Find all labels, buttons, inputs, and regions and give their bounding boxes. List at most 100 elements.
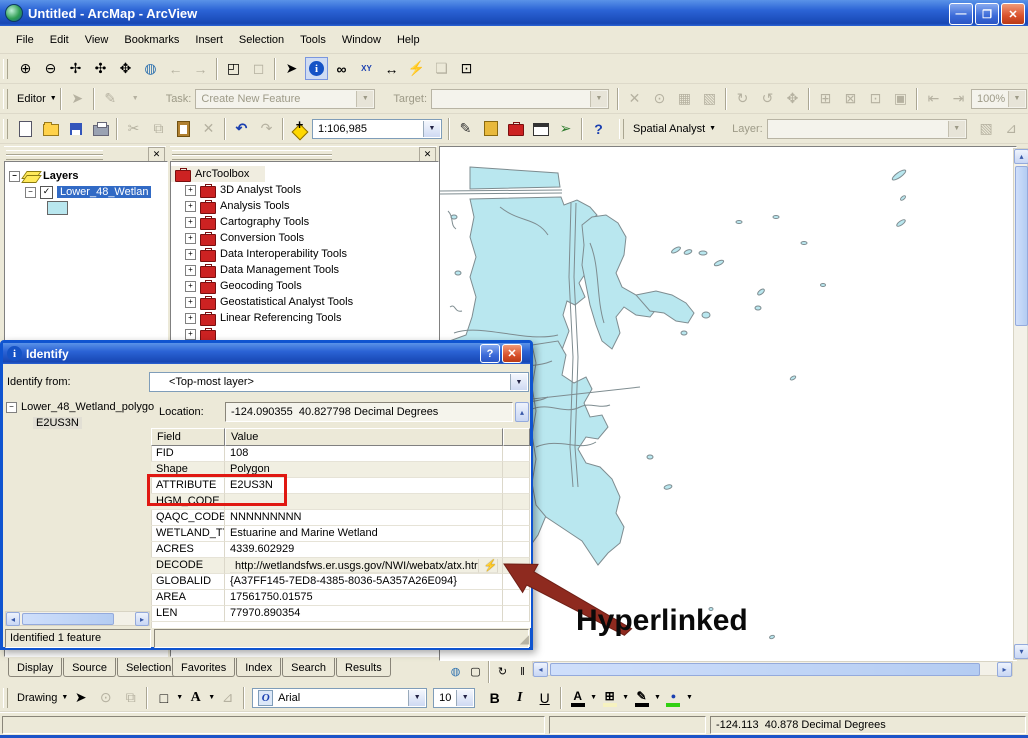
toolbox-item-geocoding[interactable]: + Geocoding Tools <box>171 278 438 294</box>
chevron-down-icon[interactable]: ▼ <box>622 694 629 701</box>
table-row-wetland-ty[interactable]: WETLAND_TYEstuarine and Marine Wetland <box>151 526 530 542</box>
tab-selection[interactable]: Selection <box>117 658 180 677</box>
font-size-combo[interactable]: 10 ▼ <box>433 688 475 708</box>
chevron-down-icon[interactable]: ▼ <box>61 694 68 701</box>
chevron-down-icon[interactable]: ▼ <box>590 91 607 107</box>
fill-color-button[interactable]: ⊞ <box>598 686 621 709</box>
arc-tool-icon[interactable]: ↺ <box>756 87 779 110</box>
clear-selection-icon[interactable]: ◻ <box>247 57 270 80</box>
drawing-menu-button[interactable]: Drawing <box>13 692 61 704</box>
chevron-down-icon[interactable]: ▼ <box>408 690 425 706</box>
select-elements-icon[interactable]: ➤ <box>69 686 92 709</box>
tree-scroll-thumb[interactable] <box>22 613 114 625</box>
fixed-zoom-in-icon[interactable]: ✢ <box>64 57 87 80</box>
zoom-extent-icon[interactable]: ⊠ <box>839 87 862 110</box>
arccatalog-icon[interactable] <box>479 117 502 140</box>
tab-results[interactable]: Results <box>336 658 391 677</box>
tab-index[interactable]: Index <box>236 658 281 677</box>
toc-panel-header[interactable]: ✕ <box>4 146 166 162</box>
menu-window[interactable]: Window <box>334 31 389 49</box>
rotate-element-icon[interactable]: ⊙ <box>94 686 117 709</box>
chevron-down-icon[interactable]: ▼ <box>176 694 183 701</box>
layer-combo[interactable]: ▼ <box>767 119 967 139</box>
chevron-down-icon[interactable]: ▼ <box>510 374 527 390</box>
menu-bookmarks[interactable]: Bookmarks <box>116 31 187 49</box>
menu-selection[interactable]: Selection <box>231 31 292 49</box>
wetland-symbol-swatch[interactable] <box>47 201 68 215</box>
zoom-window-icon[interactable]: ⊞ <box>814 87 837 110</box>
menu-help[interactable]: Help <box>389 31 428 49</box>
collapse-icon[interactable]: − <box>9 171 20 182</box>
expand-icon[interactable]: + <box>185 185 196 196</box>
new-text-icon[interactable]: A <box>184 686 207 709</box>
scroll-left-icon[interactable]: ◂ <box>6 612 20 626</box>
minimize-button[interactable]: — <box>949 3 973 25</box>
tab-source[interactable]: Source <box>63 658 116 677</box>
expand-icon[interactable]: + <box>185 329 196 340</box>
toolbar-grip[interactable] <box>619 119 624 139</box>
forward-extent-icon[interactable]: → <box>189 57 212 80</box>
print-icon[interactable] <box>89 117 112 140</box>
chevron-down-icon[interactable]: ▼ <box>709 125 716 132</box>
measure-icon[interactable]: ↔ <box>380 57 403 80</box>
close-button[interactable]: ✕ <box>1001 3 1025 25</box>
toolbox-item-data-management[interactable]: + Data Management Tools <box>171 262 438 278</box>
spatial-analyst-menu[interactable]: Spatial Analyst <box>629 123 709 135</box>
collapse-icon[interactable]: − <box>25 187 36 198</box>
pause-drawing-icon[interactable]: ‖ <box>511 660 534 683</box>
expand-icon[interactable]: + <box>185 313 196 324</box>
table-row-acres[interactable]: ACRES4339.602929 <box>151 542 530 558</box>
expand-icon[interactable]: + <box>185 281 196 292</box>
fixed-zoom-out-icon[interactable]: ✣ <box>89 57 112 80</box>
collapse-icon[interactable]: − <box>6 402 17 413</box>
toolbox-item-linear-referencing[interactable]: + Linear Referencing Tools <box>171 310 438 326</box>
line-color-button[interactable]: ✎ <box>630 686 653 709</box>
save-icon[interactable] <box>64 117 87 140</box>
tab-display[interactable]: Display <box>8 658 62 677</box>
chevron-down-icon[interactable]: ▼ <box>590 694 597 701</box>
toolbox-item-data-interoperability[interactable]: + Data Interoperability Tools <box>171 246 438 262</box>
menu-file[interactable]: File <box>8 31 42 49</box>
toc-layer-item[interactable]: − ✓ Lower_48_Wetlan <box>5 184 167 200</box>
arctoolbox-toggle-icon[interactable] <box>504 117 527 140</box>
table-row-fid[interactable]: FID108 <box>151 446 530 462</box>
expand-icon[interactable]: + <box>185 233 196 244</box>
go-to-xy-icon[interactable]: XY <box>355 57 378 80</box>
new-map-icon[interactable] <box>14 117 37 140</box>
chevron-down-icon[interactable]: ▼ <box>456 690 473 706</box>
command-window-icon[interactable] <box>529 117 552 140</box>
chevron-down-icon[interactable]: ▼ <box>686 694 693 701</box>
location-units-button[interactable]: ▴ <box>515 402 529 422</box>
identify-from-combo[interactable]: <Top-most layer> ▼ <box>149 372 529 392</box>
expand-icon[interactable]: + <box>185 265 196 276</box>
scroll-left-icon[interactable]: ◂ <box>533 662 548 677</box>
menu-tools[interactable]: Tools <box>292 31 334 49</box>
cut-icon[interactable]: ✂ <box>122 117 145 140</box>
identify-tree-scrollbar[interactable]: ◂ ▸ <box>5 611 150 626</box>
identify-title-bar[interactable]: i Identify ? ✕ <box>3 343 530 364</box>
menu-view[interactable]: View <box>77 31 117 49</box>
identify-tool-icon[interactable]: i <box>305 57 328 80</box>
scroll-right-icon[interactable]: ▸ <box>135 612 149 626</box>
scroll-down-icon[interactable]: ▾ <box>1014 644 1028 659</box>
copy-icon[interactable]: ⧉ <box>147 117 170 140</box>
hyperlink-tool-icon[interactable]: ⚡ <box>405 57 428 80</box>
map-vertical-scrollbar[interactable]: ▴ ▾ <box>1013 148 1028 660</box>
layout-view-icon[interactable]: ▢ <box>464 660 487 683</box>
select-elements-icon[interactable]: ➤ <box>280 57 303 80</box>
table-row-decode[interactable]: DECODE http://wetlandsfws.er.usgs.gov/NW… <box>151 558 530 574</box>
marker-color-button[interactable]: ● <box>662 686 685 709</box>
toolbar-grip[interactable] <box>3 119 8 139</box>
open-map-icon[interactable] <box>39 117 62 140</box>
toolbar-grip[interactable] <box>3 688 8 708</box>
column-header-value[interactable]: Value <box>225 428 503 446</box>
toolbox-item-3d-analyst[interactable]: + 3D Analyst Tools <box>171 182 438 198</box>
expand-icon[interactable]: + <box>185 297 196 308</box>
chevron-down-icon[interactable]: ▼ <box>423 121 440 137</box>
help-button[interactable]: ? <box>480 344 500 363</box>
previous-page-icon[interactable]: ⇤ <box>922 87 945 110</box>
toolbox-item-analysis[interactable]: + Analysis Tools <box>171 198 438 214</box>
pan-icon[interactable]: ✥ <box>114 57 137 80</box>
whats-this-icon[interactable]: ? <box>587 117 610 140</box>
table-row-area[interactable]: AREA17561750.01575 <box>151 590 530 606</box>
